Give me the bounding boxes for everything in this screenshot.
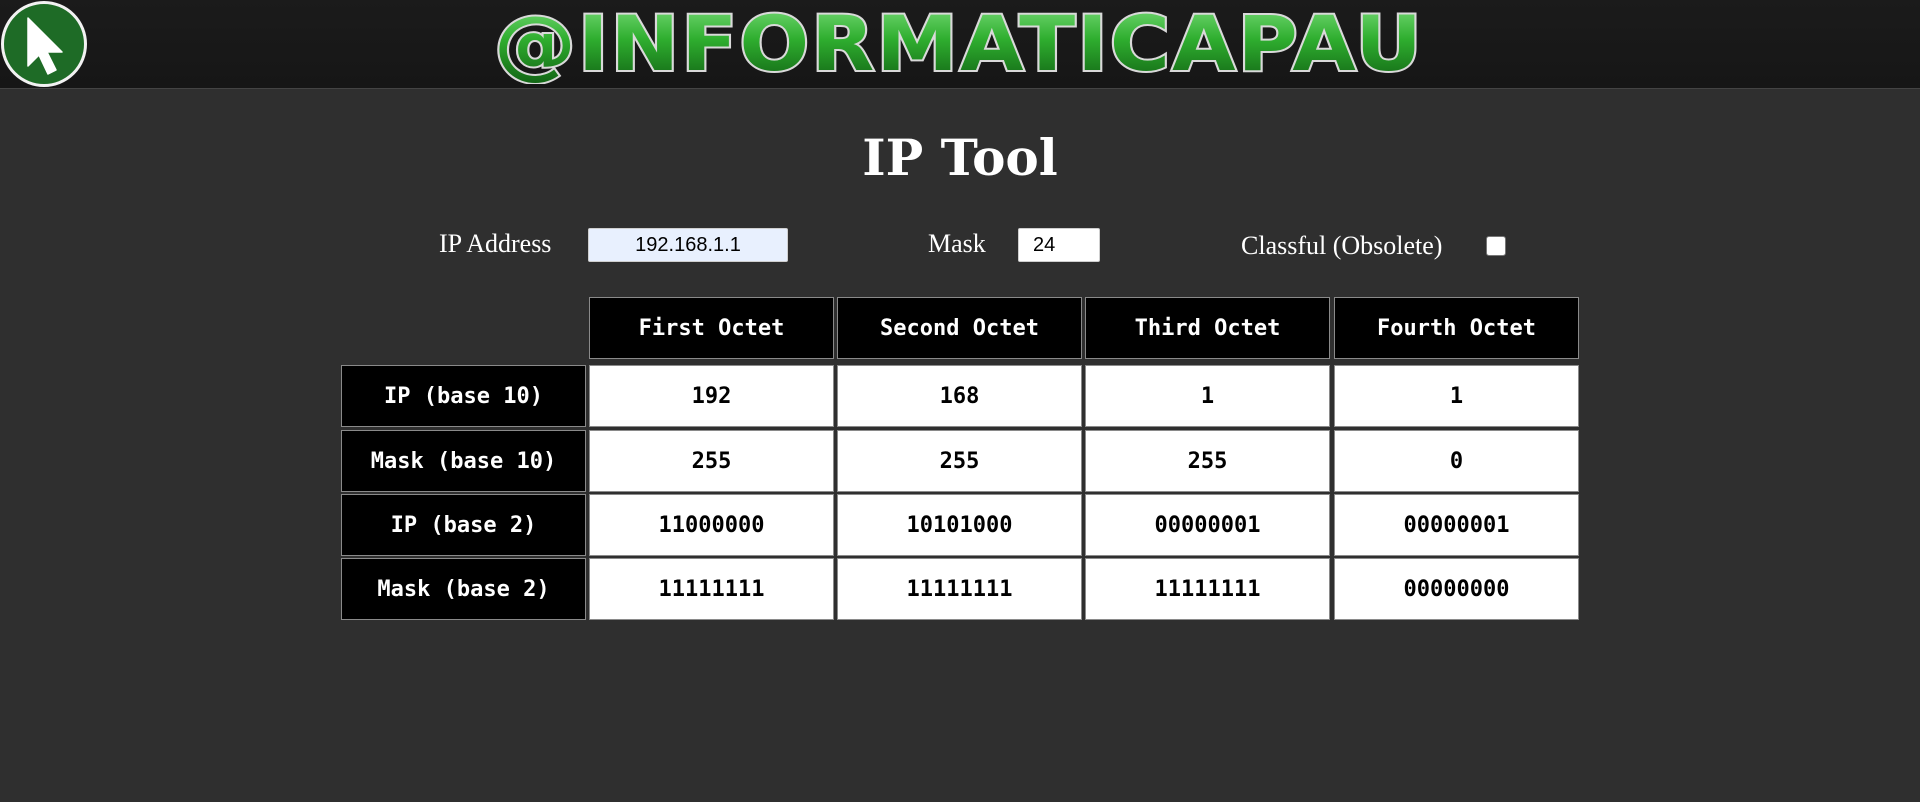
table-cell: 0 [1334, 430, 1579, 492]
row-header-ip-base2: IP (base 2) [341, 494, 586, 556]
table-cell: 10101000 [837, 494, 1082, 556]
table-cell: 1 [1334, 365, 1579, 427]
table-cell: 00000000 [1334, 558, 1579, 620]
mask-input[interactable] [1018, 228, 1100, 262]
row-header-mask-base10: Mask (base 10) [341, 430, 586, 492]
informaticapau-logo: @INFORMATICAPAU [492, 4, 1424, 84]
table-cell: 11111111 [837, 558, 1082, 620]
table-cell: 11111111 [1085, 558, 1330, 620]
classful-label: Classful (Obsolete) [1241, 231, 1443, 260]
ip-address-label: IP Address [439, 229, 552, 258]
table-cell: 255 [837, 430, 1082, 492]
table-cell: 11000000 [589, 494, 834, 556]
ip-address-input[interactable] [588, 228, 788, 262]
row-header-ip-base10: IP (base 10) [341, 365, 586, 427]
column-header-fourth-octet: Fourth Octet [1334, 297, 1579, 359]
table-cell: 1 [1085, 365, 1330, 427]
cursor-arrow-icon [27, 17, 63, 75]
table-cell: 11111111 [589, 558, 834, 620]
home-cursor-icon[interactable] [1, 1, 87, 87]
table-cell: 00000001 [1085, 494, 1330, 556]
table-cell: 255 [1085, 430, 1330, 492]
table-cell: 192 [589, 365, 834, 427]
table-cell: 00000001 [1334, 494, 1579, 556]
column-header-first-octet: First Octet [589, 297, 834, 359]
classful-checkbox[interactable] [1486, 236, 1506, 256]
table-cell: 168 [837, 365, 1082, 427]
column-header-second-octet: Second Octet [837, 297, 1082, 359]
top-bar: @INFORMATICAPAU [0, 0, 1920, 89]
column-header-third-octet: Third Octet [1085, 297, 1330, 359]
table-cell: 255 [589, 430, 834, 492]
page-title: IP Tool [862, 128, 1058, 187]
row-header-mask-base2: Mask (base 2) [341, 558, 586, 620]
logo-text: @INFORMATICAPAU [494, 4, 1424, 84]
mask-label: Mask [928, 229, 986, 258]
